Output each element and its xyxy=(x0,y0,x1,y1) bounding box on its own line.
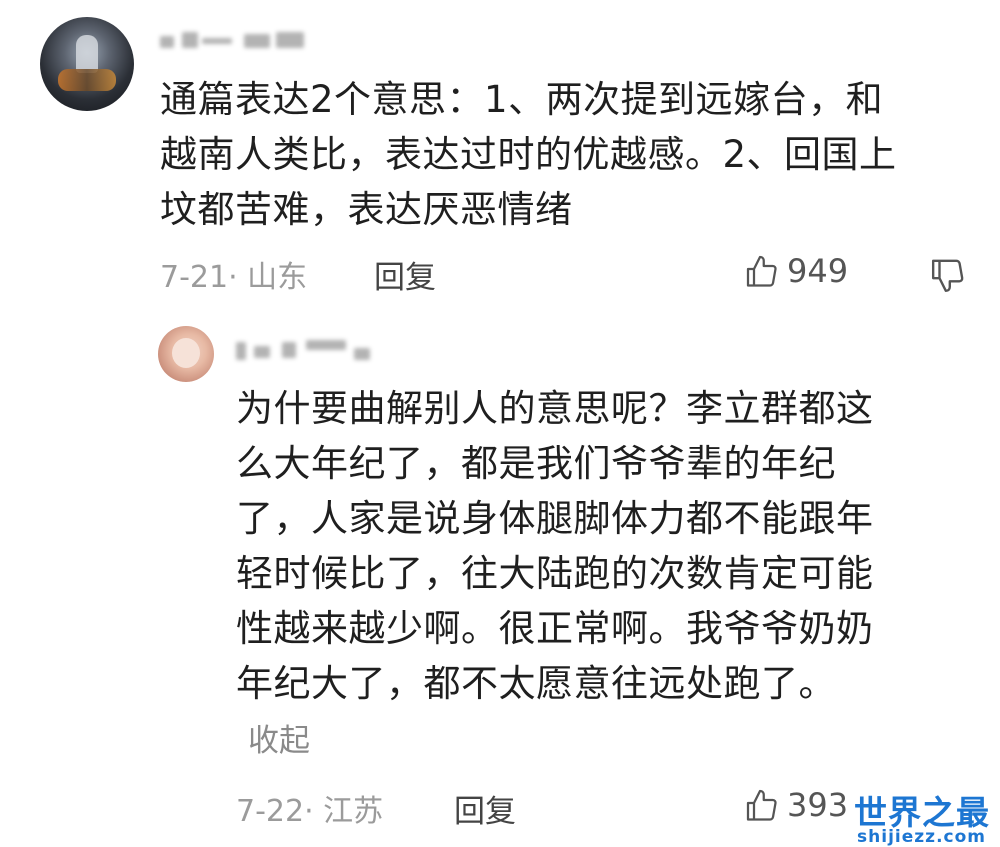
reply-button[interactable]: 回复 xyxy=(374,252,436,297)
thumbs-down-icon[interactable] xyxy=(930,256,968,294)
thumbs-up-icon xyxy=(746,789,777,821)
like-button[interactable]: 949 xyxy=(745,252,865,296)
reply-line: 性越来越少啊。很正常啊。我爷爷奶奶 xyxy=(236,607,874,650)
reply-line: 为什要曲解别人的意思呢？李立群都这 xyxy=(236,387,874,430)
like-count: 393 xyxy=(787,786,849,824)
watermark-url: shijiezz.com xyxy=(857,827,986,847)
avatar[interactable] xyxy=(158,326,214,382)
reply-line: 了，人家是说身体腿脚体力都不能跟年 xyxy=(236,497,874,540)
comment-line: 越南人类比，表达过时的优越感。2、回国上 xyxy=(160,133,897,176)
comment-text: 通篇表达2个意思：1、两次提到远嫁台，和 越南人类比，表达过时的优越感。2、回国… xyxy=(160,72,980,237)
reply-text: 为什要曲解别人的意思呢？李立群都这 么大年纪了，都是我们爷爷辈的年纪 了，人家是… xyxy=(236,381,986,711)
username-blurred[interactable] xyxy=(236,340,386,362)
comment-meta: 7-21· 山东 xyxy=(160,260,308,295)
like-button[interactable]: 393 xyxy=(745,786,865,830)
username-blurred[interactable] xyxy=(160,30,310,52)
reply-line: 么大年纪了，都是我们爷爷辈的年纪 xyxy=(236,442,836,485)
reply-line: 年纪大了，都不太愿意往远处跑了。 xyxy=(236,662,836,705)
like-count: 949 xyxy=(787,252,849,290)
comment-line: 通篇表达2个意思：1、两次提到远嫁台，和 xyxy=(160,78,884,121)
thumbs-up-icon xyxy=(746,255,777,287)
avatar[interactable] xyxy=(40,17,134,111)
reply-button[interactable]: 回复 xyxy=(454,786,516,831)
reply-meta: 7-22· 江苏 xyxy=(236,794,384,829)
comment-line: 坟都苦难，表达厌恶情绪 xyxy=(160,188,573,231)
reply-line: 轻时候比了，往大陆跑的次数肯定可能 xyxy=(236,552,874,595)
collapse-button[interactable]: 收起 xyxy=(248,715,310,760)
